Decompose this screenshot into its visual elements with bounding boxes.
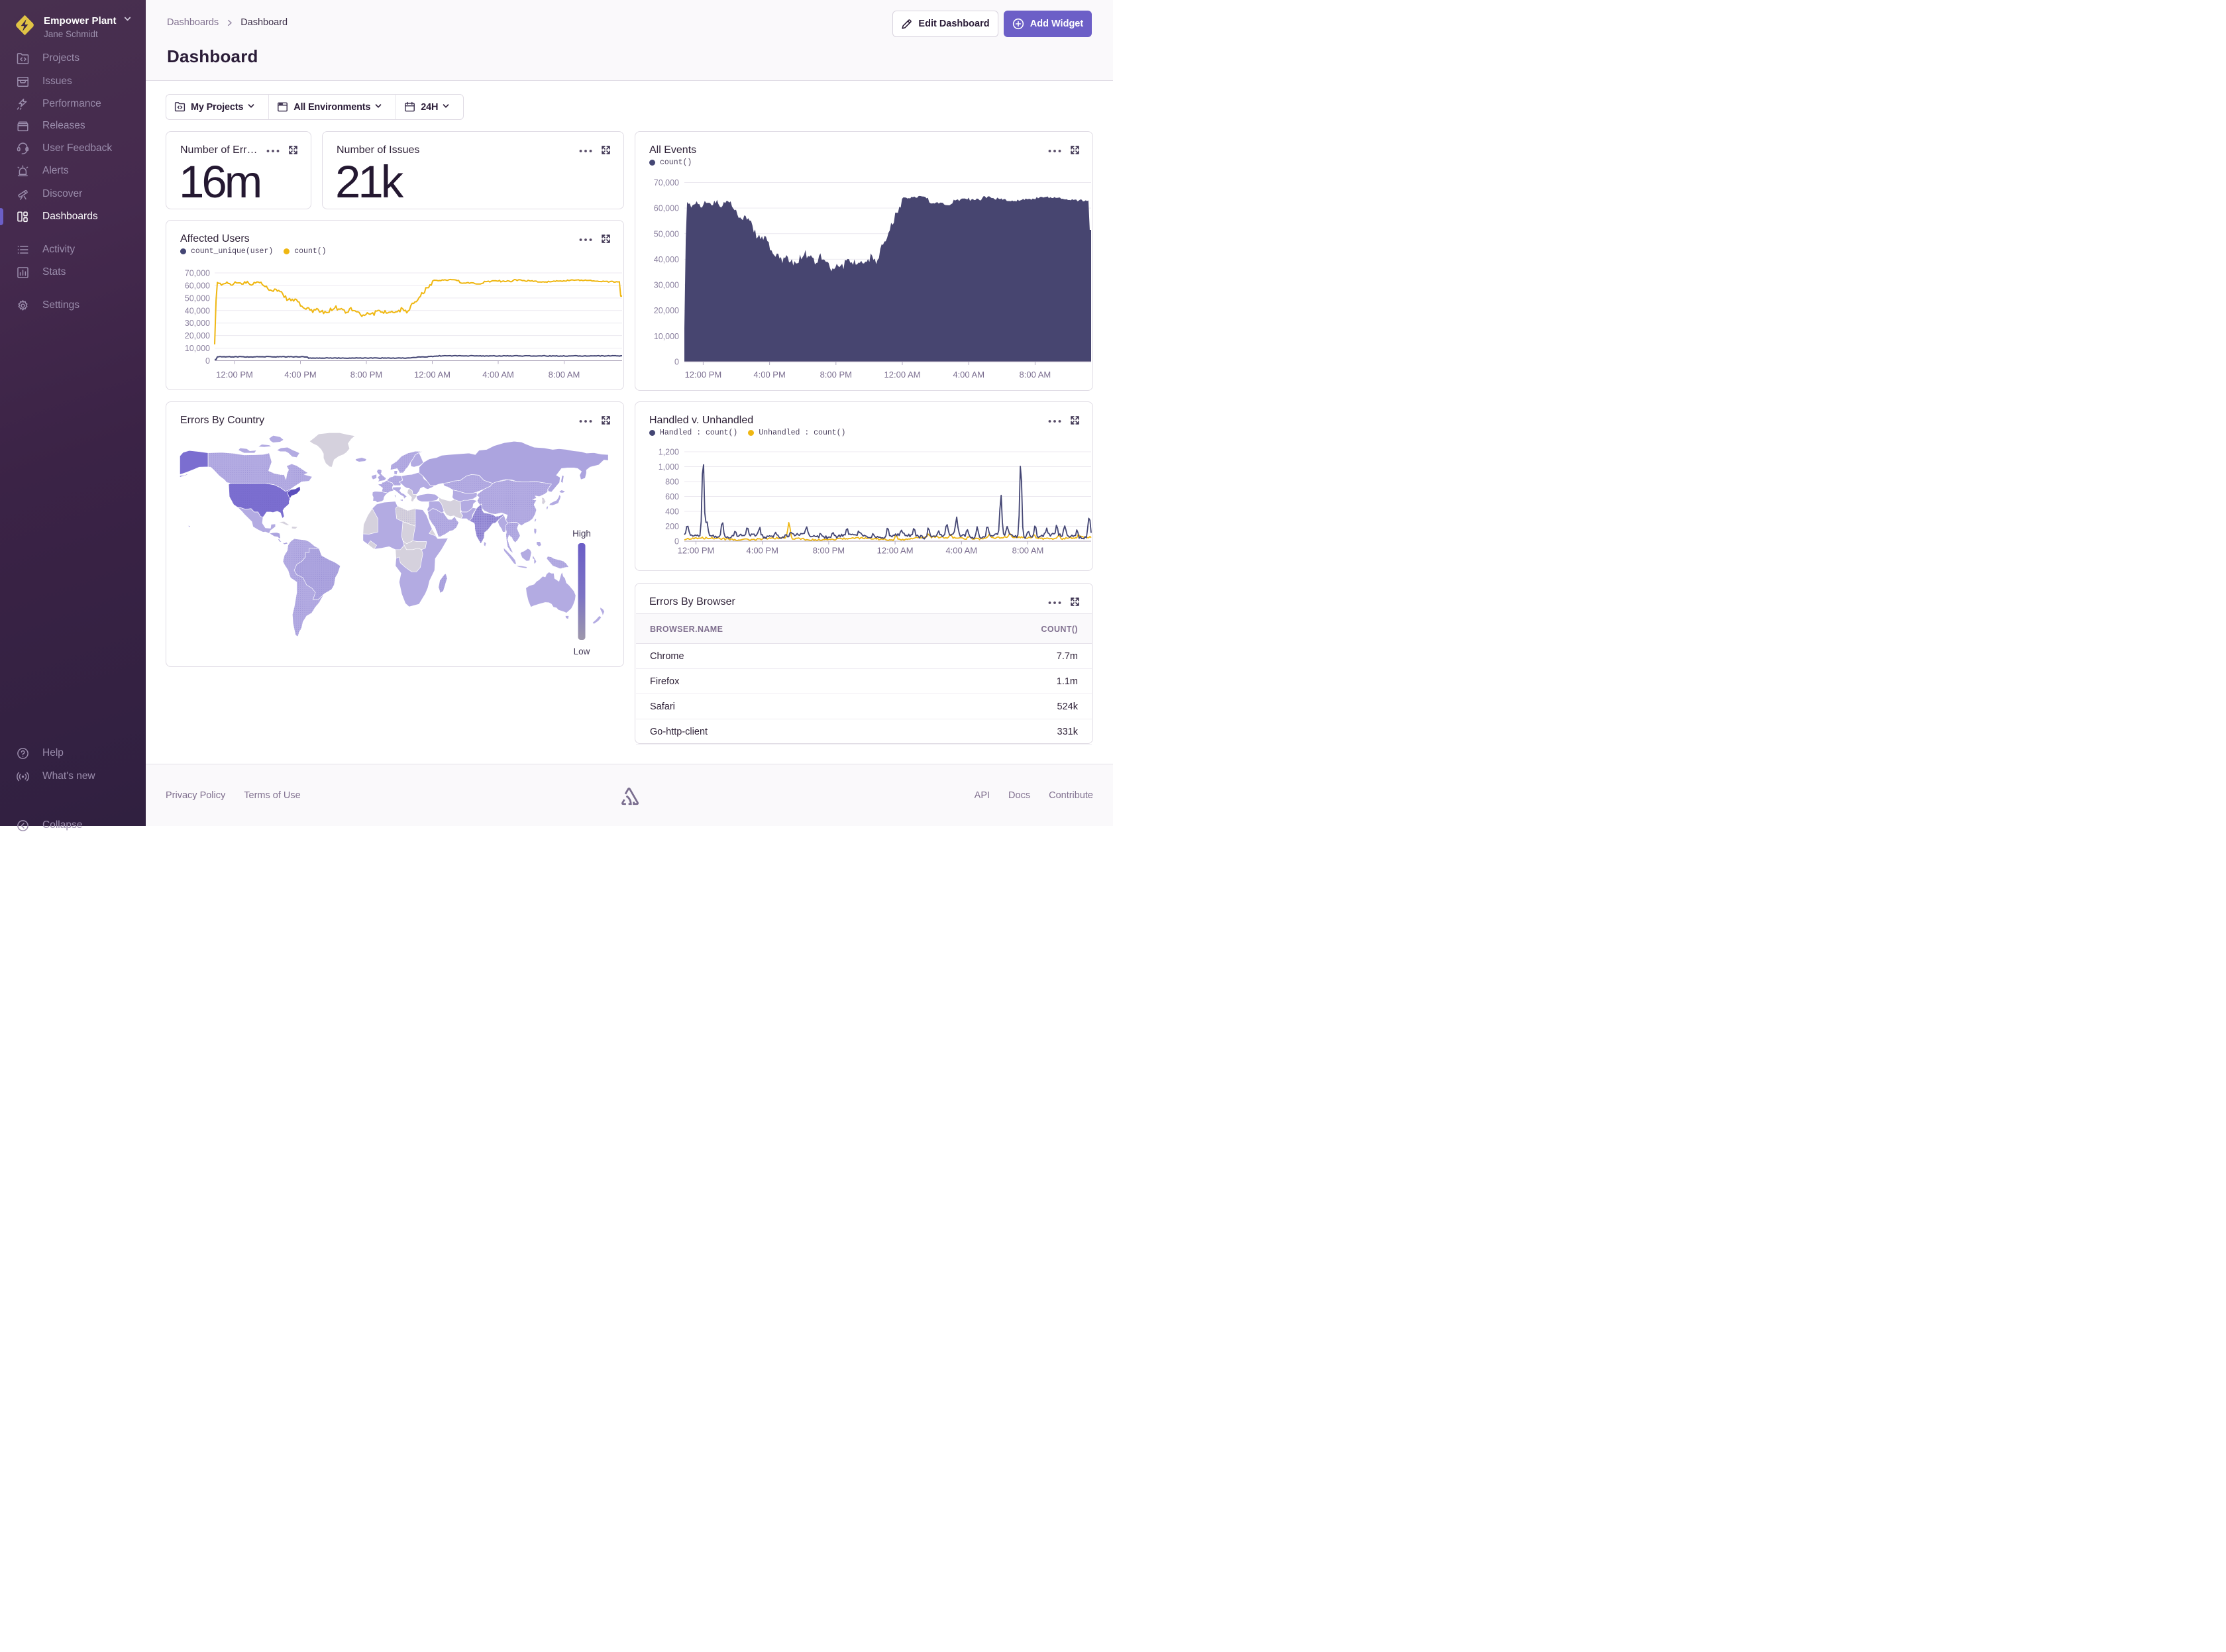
svg-text:30,000: 30,000: [654, 281, 679, 290]
svg-text:12:00 AM: 12:00 AM: [414, 370, 450, 380]
svg-text:Low: Low: [574, 646, 590, 656]
svg-text:20,000: 20,000: [654, 306, 679, 315]
svg-text:8:00 AM: 8:00 AM: [1012, 546, 1044, 556]
svg-text:40,000: 40,000: [185, 306, 210, 315]
svg-text:60,000: 60,000: [185, 281, 210, 290]
svg-text:8:00 PM: 8:00 PM: [813, 546, 845, 556]
svg-text:12:00 AM: 12:00 AM: [884, 370, 921, 380]
svg-text:1,000: 1,000: [659, 462, 679, 472]
svg-text:4:00 AM: 4:00 AM: [945, 546, 977, 556]
svg-text:50,000: 50,000: [185, 293, 210, 303]
svg-text:4:00 PM: 4:00 PM: [753, 370, 785, 380]
svg-text:12:00 PM: 12:00 PM: [678, 546, 715, 556]
svg-text:50,000: 50,000: [654, 229, 679, 238]
svg-text:30,000: 30,000: [185, 319, 210, 328]
svg-text:8:00 PM: 8:00 PM: [350, 370, 382, 380]
svg-text:12:00 PM: 12:00 PM: [685, 370, 722, 380]
svg-text:1,200: 1,200: [659, 448, 679, 457]
svg-text:4:00 AM: 4:00 AM: [482, 370, 514, 380]
svg-text:0: 0: [205, 356, 210, 366]
svg-text:40,000: 40,000: [654, 255, 679, 264]
svg-text:8:00 PM: 8:00 PM: [820, 370, 852, 380]
svg-text:8:00 AM: 8:00 AM: [1020, 370, 1051, 380]
svg-text:70,000: 70,000: [185, 269, 210, 278]
svg-text:4:00 AM: 4:00 AM: [953, 370, 984, 380]
svg-text:0: 0: [674, 537, 679, 546]
svg-text:20,000: 20,000: [185, 331, 210, 340]
svg-text:10,000: 10,000: [654, 332, 679, 341]
svg-text:70,000: 70,000: [654, 178, 679, 187]
svg-text:10,000: 10,000: [185, 344, 210, 353]
svg-text:400: 400: [665, 507, 679, 517]
svg-text:12:00 AM: 12:00 AM: [877, 546, 914, 556]
svg-text:4:00 PM: 4:00 PM: [746, 546, 778, 556]
svg-text:800: 800: [665, 478, 679, 487]
svg-text:600: 600: [665, 492, 679, 501]
svg-text:60,000: 60,000: [654, 204, 679, 213]
svg-text:High: High: [572, 529, 591, 539]
svg-text:4:00 PM: 4:00 PM: [284, 370, 316, 380]
svg-text:12:00 PM: 12:00 PM: [216, 370, 253, 380]
svg-text:200: 200: [665, 522, 679, 531]
svg-text:0: 0: [674, 358, 679, 367]
svg-text:8:00 AM: 8:00 AM: [549, 370, 580, 380]
